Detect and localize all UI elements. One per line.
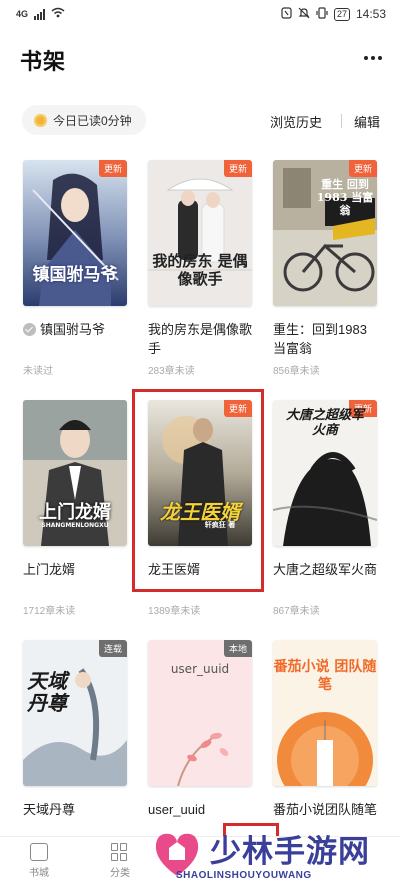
book-card[interactable]: 更新 我的房东 是偶像歌手 我的房东是偶像歌手 283章未读: [148, 160, 253, 377]
home-icon: [30, 843, 48, 861]
cover-title: 上门龙婿: [39, 502, 111, 523]
cover-title: 我的房东 是偶像歌手: [152, 252, 248, 288]
coin-icon: [34, 113, 47, 127]
update-badge: 更新: [98, 160, 127, 177]
book-card[interactable]: 上门龙婿 SHANGMENLONGXU 上门龙婿 1712章未读: [23, 400, 127, 617]
book-card[interactable]: 本地 user_uuid user_uuid: [148, 640, 252, 819]
clock: 14:53: [355, 7, 386, 21]
book-title: 天域丹尊: [23, 802, 76, 817]
mute-icon: [298, 7, 310, 22]
cover-title: 镇国驸马爷: [32, 265, 118, 285]
battery-indicator: 27: [333, 7, 350, 21]
nav-category[interactable]: 分类: [100, 843, 140, 879]
nav-bookstore[interactable]: 书城: [19, 843, 59, 879]
book-cover[interactable]: 上门龙婿 SHANGMENLONGXU: [23, 400, 127, 546]
book-progress: 283章未读: [148, 366, 195, 377]
page-title: 书架: [20, 49, 67, 74]
cover-title: 大唐之超级军火商: [285, 408, 364, 438]
watermark-title: 少林手游网: [210, 834, 370, 870]
grid-icon: [111, 843, 129, 861]
history-button[interactable]: 浏览历史: [270, 112, 322, 131]
book-progress: 1389章未读: [148, 606, 201, 617]
read-check-icon: [23, 323, 36, 336]
book-progress: 867章未读: [273, 606, 320, 617]
book-progress: 1712章未读: [23, 606, 76, 617]
book-title: user_uuid: [148, 802, 206, 817]
book-title: 镇国驸马爷: [40, 322, 106, 337]
book-title: 我的房东是偶像歌手: [148, 322, 253, 356]
signal-icon: [34, 8, 46, 20]
update-badge: 更新: [223, 160, 252, 177]
book-cover[interactable]: 本地 user_uuid: [148, 640, 252, 786]
book-card[interactable]: 更新 镇国驸马爷 镇国驸马爷 未读过: [23, 160, 127, 377]
nav-label: 分类: [110, 868, 130, 879]
book-card[interactable]: 更新 大唐之超级军火商 大唐之超级军火商 867章未读: [273, 400, 378, 617]
book-card[interactable]: 番茄小说 团队随笔 番茄小说团队随笔: [273, 640, 377, 819]
watermark: 少林手游网 SHAOLINSHOUYOUWANG: [150, 820, 400, 888]
status-bar: 4G 27 14:53: [0, 0, 400, 28]
book-card[interactable]: 连载 天域丹尊 天域丹尊: [23, 640, 127, 819]
book-cover[interactable]: 番茄小说 团队随笔: [273, 640, 377, 786]
action-divider: [341, 114, 342, 128]
book-title: 大唐之超级军火商: [273, 562, 378, 577]
book-progress: 未读过: [23, 366, 53, 377]
reading-time-label: 今日已读0分钟: [53, 113, 132, 128]
edit-button[interactable]: 编辑: [354, 112, 380, 131]
book-card[interactable]: 更新 重生 回到1983 当富翁 重生：回到1983当富翁 856章未读: [273, 160, 377, 377]
cover-title: 番茄小说 团队随笔: [273, 659, 377, 693]
book-cover[interactable]: 更新 镇国驸马爷: [23, 160, 127, 306]
book-title: 重生：回到1983当富翁: [273, 322, 367, 356]
book-cover[interactable]: 更新 大唐之超级军火商: [273, 400, 377, 546]
wifi-icon: [51, 7, 65, 21]
nfc-icon: [281, 6, 292, 22]
cover-title: 重生 回到1983 当富翁: [316, 178, 374, 217]
book-title: 上门龙婿: [23, 562, 76, 577]
book-progress: 856章未读: [273, 366, 320, 377]
more-options-icon[interactable]: [364, 56, 382, 60]
book-cover[interactable]: 更新 我的房东 是偶像歌手: [148, 160, 252, 306]
cover-title: user_uuid: [170, 662, 230, 676]
vibrate-icon: [316, 6, 328, 22]
cover-subtitle: SHANGMENLONGXU: [41, 522, 109, 529]
reading-time-pill[interactable]: 今日已读0分钟: [22, 105, 146, 135]
watermark-subtitle: SHAOLINSHOUYOUWANG: [176, 870, 312, 881]
book-title: 番茄小说团队随笔: [273, 802, 378, 817]
nav-label: 书城: [29, 868, 49, 879]
cover-title: 天域丹尊: [27, 669, 67, 715]
highlight-box: [132, 389, 264, 592]
book-cover[interactable]: 更新 重生 回到1983 当富翁: [273, 160, 377, 306]
local-badge: 本地: [223, 640, 252, 657]
network-type: 4G: [16, 9, 29, 19]
serial-badge: 连载: [98, 640, 127, 657]
book-cover[interactable]: 连载 天域丹尊: [23, 640, 127, 786]
update-badge: 更新: [348, 160, 377, 177]
